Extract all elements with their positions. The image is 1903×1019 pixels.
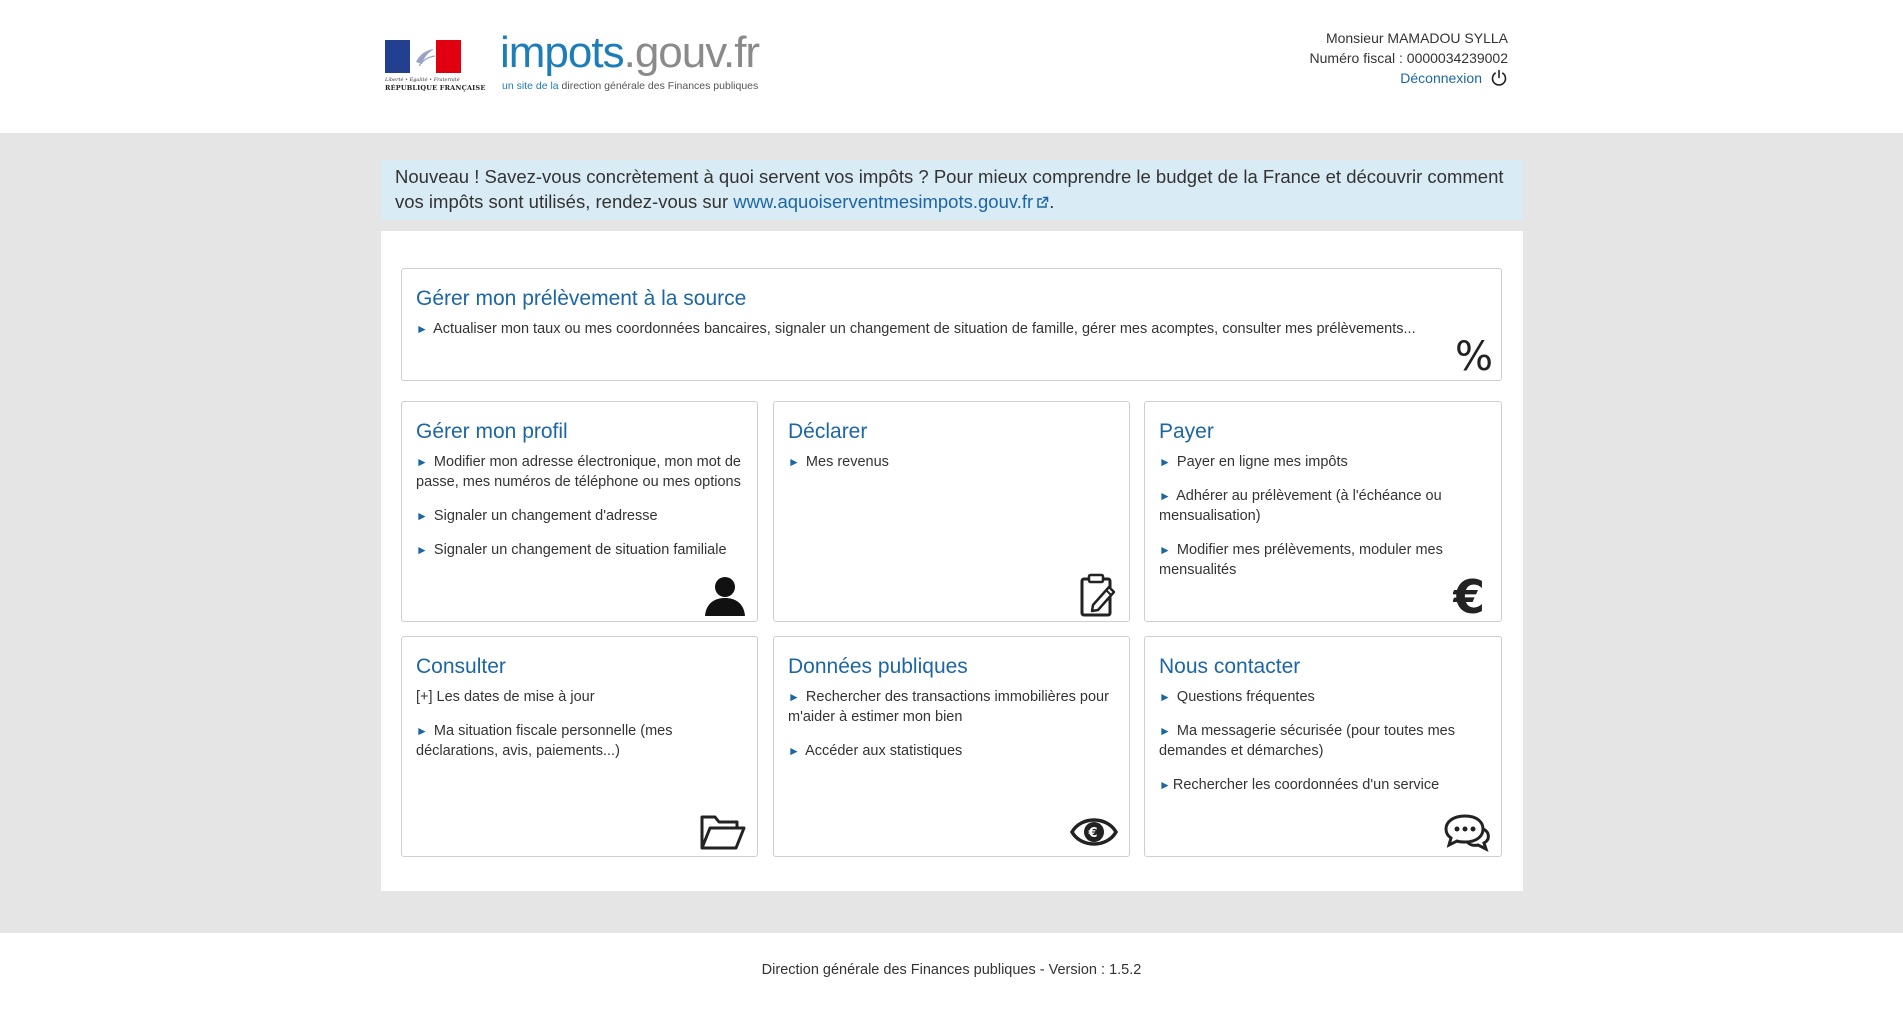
republique-francaise-logo[interactable]: Liberté • Égalité • Fraternité RÉPUBLIQU… <box>385 40 486 95</box>
rf-name: RÉPUBLIQUE FRANÇAISE <box>385 84 486 92</box>
card-prelevement-source[interactable]: Gérer mon prélèvement à la source ► Actu… <box>401 268 1502 381</box>
card-item[interactable]: ► Actualiser mon taux ou mes coordonnées… <box>416 319 1487 339</box>
impots-gouv-logo[interactable]: impots.gouv.fr <box>500 28 760 78</box>
card-title: Consulter <box>416 655 506 678</box>
svg-text:€: € <box>1088 826 1098 841</box>
card-title: Déclarer <box>788 420 868 443</box>
card-title: Données publiques <box>788 655 968 678</box>
chat-bubbles-icon <box>1444 814 1490 852</box>
card-payer[interactable]: Payer ► Payer en ligne mes impôts ► Adhé… <box>1144 401 1502 622</box>
card-item[interactable]: ► Payer en ligne mes impôts <box>1159 452 1487 472</box>
card-item[interactable]: ► Modifier mon adresse électronique, mon… <box>416 452 743 492</box>
marianne-flag <box>385 40 461 73</box>
card-item[interactable]: ► Signaler un changement de situation fa… <box>416 540 743 560</box>
footer: Direction générale des Finances publique… <box>0 933 1903 1019</box>
services-panel: Gérer mon prélèvement à la source ► Actu… <box>381 231 1523 891</box>
card-title: Gérer mon profil <box>416 420 568 443</box>
card-consulter[interactable]: Consulter [+] Les dates de mise à jour ►… <box>401 636 758 857</box>
card-item[interactable]: ► Mes revenus <box>788 452 1115 472</box>
card-nous-contacter[interactable]: Nous contacter ► Questions fréquentes ► … <box>1144 636 1502 857</box>
brand-part1: impots <box>500 28 625 77</box>
power-icon <box>1491 69 1507 86</box>
user-info: Monsieur MAMADOU SYLLA Numéro fiscal : 0… <box>1310 28 1508 88</box>
header: Liberté • Égalité • Fraternité RÉPUBLIQU… <box>0 0 1903 133</box>
brand-tagline: un site de la direction générale des Fin… <box>502 80 758 92</box>
main-content: Nouveau ! Savez-vous concrètement à quoi… <box>0 133 1903 933</box>
card-item[interactable]: ► Rechercher des transactions immobilièr… <box>788 687 1115 727</box>
euro-icon: € <box>1453 573 1485 617</box>
card-profil[interactable]: Gérer mon profil ► Modifier mon adresse … <box>401 401 758 622</box>
dates-mise-a-jour-toggle[interactable]: [+] Les dates de mise à jour <box>416 687 743 707</box>
card-item[interactable]: ► Accéder aux statistiques <box>788 741 1115 761</box>
budget-link[interactable]: www.aquoiserventmesimpots.gouv.fr <box>733 191 1033 212</box>
card-item[interactable]: ► Signaler un changement d'adresse <box>416 506 743 526</box>
rf-motto: Liberté • Égalité • Fraternité <box>385 77 460 83</box>
card-item[interactable]: ► Adhérer au prélèvement (à l'échéance o… <box>1159 486 1487 526</box>
svg-text:€: € <box>1453 573 1485 617</box>
footer-text: Direction générale des Finances publique… <box>761 962 1142 978</box>
external-link-icon[interactable] <box>1036 196 1049 209</box>
brand-part2: .gouv.fr <box>623 28 760 77</box>
user-name: Monsieur MAMADOU SYLLA <box>1325 30 1508 46</box>
clipboard-pen-icon <box>1080 573 1116 617</box>
tagline-part2: direction générale des Finances publique… <box>561 80 759 92</box>
card-item[interactable]: ► Modifier mes prélèvements, moduler mes… <box>1159 540 1487 580</box>
svg-text:%: % <box>1455 334 1491 376</box>
info-after: . <box>1049 191 1055 212</box>
tagline-part1: un site de la <box>502 80 559 92</box>
eye-euro-icon: € <box>1069 818 1119 846</box>
card-item[interactable]: ► Ma situation fiscale personnelle (mes … <box>416 721 743 761</box>
card-item[interactable]: ► Rechercher les coordonnées d'un service <box>1159 775 1487 795</box>
fiscal-number: Numéro fiscal : 0000034239002 <box>1309 50 1508 66</box>
card-title: Payer <box>1159 420 1214 443</box>
card-declarer[interactable]: Déclarer ► Mes revenus <box>773 401 1130 622</box>
user-icon <box>705 577 745 616</box>
card-donnees-publiques[interactable]: Données publiques ► Rechercher des trans… <box>773 636 1130 857</box>
logout-link[interactable]: Déconnexion <box>1400 68 1508 88</box>
info-banner: Nouveau ! Savez-vous concrètement à quoi… <box>381 160 1523 220</box>
logout-label: Déconnexion <box>1400 70 1482 86</box>
card-title: Gérer mon prélèvement à la source <box>416 287 747 310</box>
folder-icon <box>700 815 746 850</box>
percent-icon: % <box>1455 334 1491 376</box>
card-item[interactable]: ► Ma messagerie sécurisée (pour toutes m… <box>1159 721 1487 761</box>
card-title: Nous contacter <box>1159 655 1301 678</box>
card-item[interactable]: ► Questions fréquentes <box>1159 687 1487 707</box>
